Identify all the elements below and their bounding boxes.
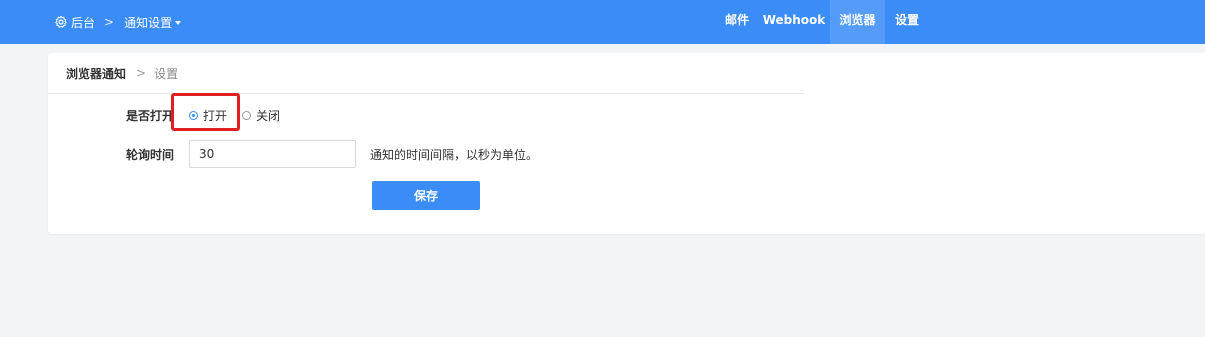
tab-webhook[interactable]: Webhook	[760, 0, 828, 44]
interval-hint: 通知的时间间隔，以秒为单位。	[370, 148, 539, 162]
save-button[interactable]: 保存	[372, 181, 480, 210]
interval-input[interactable]	[189, 140, 356, 168]
radio-off-label: 关闭	[256, 109, 281, 123]
interval-label: 轮询时间	[126, 148, 175, 162]
tab-email[interactable]: 邮件	[716, 0, 758, 44]
tab-browser[interactable]: 浏览器	[830, 0, 885, 44]
divider	[48, 93, 804, 94]
card-title: 浏览器通知	[66, 66, 127, 81]
card-subtitle: 设置	[154, 66, 179, 81]
top-nav-tabs: 邮件 Webhook 浏览器 设置	[0, 0, 1205, 44]
tab-settings[interactable]: 设置	[887, 0, 927, 44]
card-breadcrumb: 浏览器通知 > 设置	[66, 63, 178, 83]
enable-label: 是否打开	[126, 109, 175, 123]
top-navigation-bar: 后台 > 通知设置 邮件 Webhook 浏览器 设置	[0, 0, 1205, 44]
radio-enable-off[interactable]: 关闭	[242, 107, 280, 124]
radio-unchecked-icon[interactable]	[242, 111, 251, 120]
chevron-right-icon: >	[136, 66, 147, 80]
highlight-box	[171, 93, 240, 131]
